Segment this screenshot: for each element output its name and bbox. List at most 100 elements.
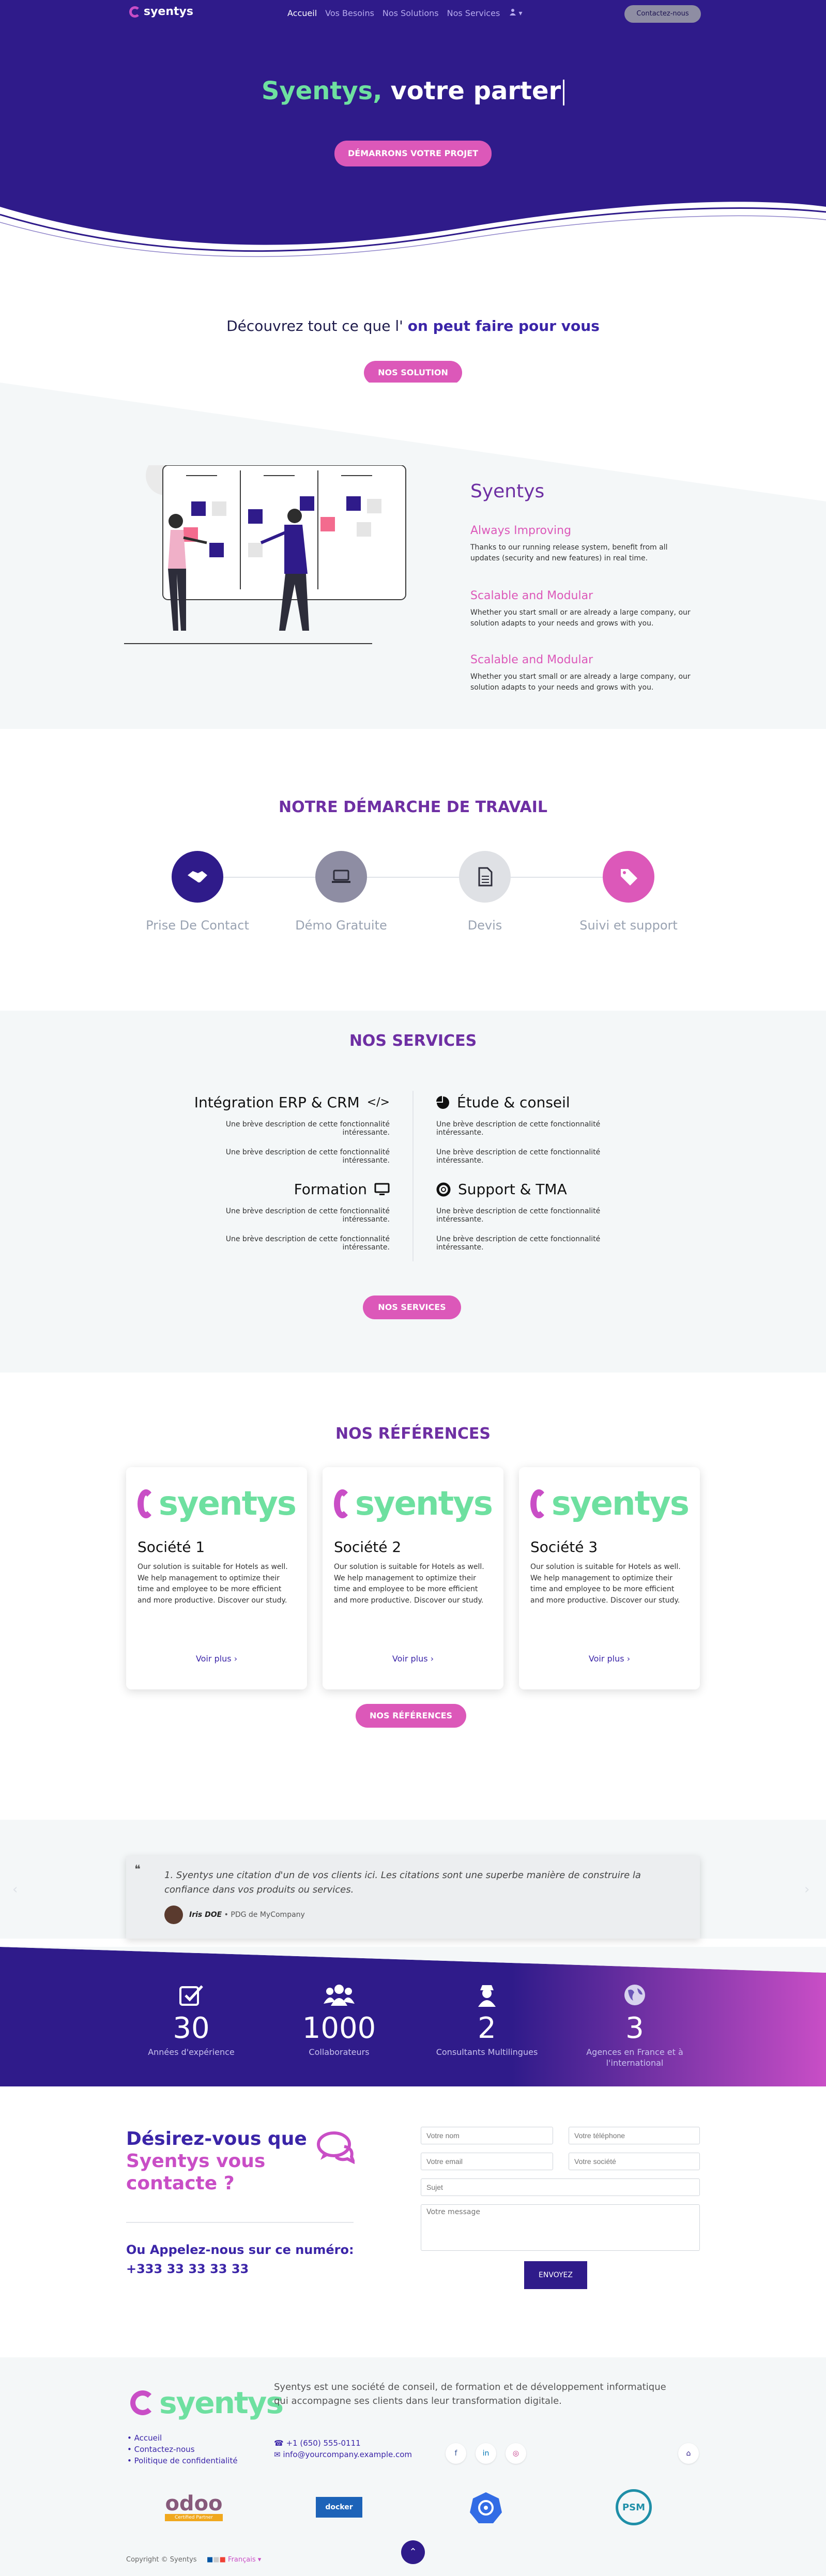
see-more-link[interactable]: Voir plus › bbox=[519, 1654, 700, 1664]
footer-link-privacy[interactable]: Politique de confidentialité bbox=[134, 2456, 238, 2465]
reference-logo: syentys bbox=[137, 1481, 297, 1527]
kubernetes-partner-logo bbox=[465, 2487, 507, 2528]
nav-link-besoins[interactable]: Vos Besoins bbox=[325, 8, 374, 18]
footer-email[interactable]: info@yourcompany.example.com bbox=[283, 2450, 412, 2459]
reference-text: Our solution is suitable for Hotels as w… bbox=[137, 1563, 288, 1605]
carousel-next-icon[interactable]: › bbox=[804, 1882, 809, 1897]
see-more-link[interactable]: Voir plus › bbox=[126, 1654, 307, 1664]
stat-item: 30 Années d'expérience bbox=[129, 1983, 253, 2058]
chevron-down-icon: ▾ bbox=[518, 9, 523, 18]
nav-link-solutions[interactable]: Nos Solutions bbox=[383, 8, 439, 18]
feature-item-title: Always Improving bbox=[470, 524, 572, 537]
syentys-logo-icon bbox=[130, 2390, 155, 2415]
hero-typed-text: votre parter bbox=[390, 77, 561, 105]
discover-title: Découvrez tout ce que l' on peut faire p… bbox=[0, 317, 826, 334]
stat-label: Consultants Multilingues bbox=[436, 2047, 538, 2057]
service-item: Étude & conseil Une brève description de… bbox=[436, 1094, 643, 1176]
references-title: NOS RÉFÉRENCES bbox=[335, 1425, 491, 1443]
user-menu[interactable]: ▾ bbox=[509, 8, 522, 18]
language-selector[interactable]: ■■■ Français ▾ bbox=[207, 2556, 261, 2564]
stat-value: 1000 bbox=[302, 2011, 376, 2045]
code-icon: </> bbox=[366, 1096, 390, 1109]
lifebuoy-icon bbox=[436, 1182, 451, 1196]
monitor-icon bbox=[374, 1183, 390, 1195]
reference-name: Société 3 bbox=[530, 1538, 598, 1556]
document-icon bbox=[459, 851, 511, 903]
message-field[interactable] bbox=[421, 2204, 700, 2251]
feature-item-title: Scalable and Modular bbox=[470, 653, 593, 666]
nav-logo[interactable]: syentys bbox=[129, 5, 193, 18]
service-text: Une brève description de cette fonctionn… bbox=[225, 1235, 390, 1252]
feature-item: Scalable and Modular Whether you start s… bbox=[470, 653, 693, 693]
stat-value: 2 bbox=[478, 2011, 496, 2045]
services-button[interactable]: NOS SERVICES bbox=[363, 1295, 461, 1319]
process-step: Démo Gratuite bbox=[279, 851, 403, 933]
service-item: Formation Une brève description de cette… bbox=[183, 1181, 390, 1263]
odoo-partner-logo: odoo Certified Partner bbox=[165, 2492, 223, 2521]
testimonial-text: 1. Syentys une citation d'un de vos clie… bbox=[164, 1870, 641, 1895]
services-divider bbox=[412, 1091, 414, 1261]
footer-link-accueil[interactable]: Accueil bbox=[134, 2433, 162, 2443]
contact-call: Ou Appelez-nous sur ce numéro: +333 33 3… bbox=[126, 2240, 354, 2279]
contact-title-line: contacte ? bbox=[126, 2173, 235, 2194]
linkedin-icon[interactable]: in bbox=[476, 2443, 496, 2464]
service-text: Une brève description de cette fonctionn… bbox=[225, 1207, 390, 1224]
start-project-button[interactable]: DÉMARRONS VOTRE PROJET bbox=[334, 141, 492, 166]
service-title: Support & TMA bbox=[458, 1181, 567, 1198]
contact-us-button[interactable]: Contactez-nous bbox=[624, 5, 701, 23]
main-nav: Accueil Vos Besoins Nos Solutions Nos Se… bbox=[287, 8, 500, 18]
facebook-icon[interactable]: f bbox=[446, 2443, 466, 2464]
process-step: Devis bbox=[423, 851, 547, 933]
chevron-right-icon: › bbox=[234, 1654, 238, 1664]
reference-logo: syentys bbox=[530, 1481, 690, 1527]
see-more-link[interactable]: Voir plus › bbox=[323, 1654, 503, 1664]
instagram-icon[interactable]: ◎ bbox=[506, 2443, 526, 2464]
user-icon bbox=[510, 9, 516, 16]
reference-logo: syentys bbox=[334, 1481, 493, 1527]
service-title: Étude & conseil bbox=[457, 1094, 570, 1111]
reference-text: Our solution is suitable for Hotels as w… bbox=[530, 1563, 681, 1605]
stat-label: Agences en France et à l'international bbox=[586, 2047, 683, 2068]
name-field[interactable] bbox=[421, 2127, 553, 2144]
globe-icon bbox=[624, 1985, 645, 2005]
stat-item: 1000 Collaborateurs bbox=[277, 1983, 401, 2058]
stat-value: 3 bbox=[625, 2011, 644, 2045]
typing-cursor bbox=[563, 80, 565, 105]
email-field[interactable] bbox=[421, 2153, 553, 2170]
references-button[interactable]: NOS RÉFÉRENCES bbox=[356, 1704, 466, 1728]
chevron-right-icon: › bbox=[626, 1654, 631, 1664]
chevron-right-icon: › bbox=[430, 1654, 434, 1664]
phone-field[interactable] bbox=[569, 2127, 700, 2144]
footer-logo-text: syentys bbox=[159, 2385, 284, 2420]
footer-phone[interactable]: +1 (650) 555-0111 bbox=[286, 2438, 360, 2448]
solutions-button[interactable]: NOS SOLUTION bbox=[364, 361, 462, 385]
language-label: Français bbox=[228, 2556, 256, 2564]
pie-chart-icon bbox=[436, 1095, 449, 1109]
scroll-to-top-button[interactable]: ⌃ bbox=[401, 2540, 425, 2564]
contact-title-line: Syentys vous bbox=[126, 2151, 266, 2172]
phone-icon: ☎ bbox=[274, 2438, 284, 2448]
submit-button[interactable]: ENVOYEZ bbox=[524, 2261, 587, 2289]
company-field[interactable] bbox=[569, 2153, 700, 2170]
contact-title-line: Désirez-vous que bbox=[126, 2128, 307, 2150]
nav-link-accueil[interactable]: Accueil bbox=[287, 8, 317, 18]
flag-fr-icon: ■■■ bbox=[207, 2556, 226, 2564]
footer-logo: syentys bbox=[130, 2385, 284, 2420]
contact-title: Désirez-vous que Syentys vous contacte ? bbox=[126, 2128, 307, 2195]
home-icon[interactable]: ⌂ bbox=[678, 2443, 699, 2464]
feature-item-text: Whether you start small or are already a… bbox=[470, 608, 691, 628]
footer-link-contact[interactable]: Contactez-nous bbox=[134, 2445, 195, 2454]
process-step-label: Devis bbox=[467, 918, 502, 933]
reference-logo-text: syentys bbox=[551, 1485, 690, 1523]
reference-logo-text: syentys bbox=[355, 1485, 493, 1523]
syentys-logo-icon bbox=[129, 6, 141, 18]
chat-bubbles-icon bbox=[317, 2131, 355, 2164]
discover-title-start: Découvrez tout ce que l' bbox=[226, 317, 403, 334]
subject-field[interactable] bbox=[421, 2178, 700, 2196]
stat-label: Collaborateurs bbox=[309, 2047, 370, 2057]
nav-logo-text: syentys bbox=[144, 5, 193, 18]
hero-brand: Syentys, bbox=[261, 77, 383, 105]
author-name: Iris DOE bbox=[189, 1911, 222, 1919]
carousel-prev-icon[interactable]: ‹ bbox=[12, 1882, 18, 1897]
nav-link-services[interactable]: Nos Services bbox=[447, 8, 500, 18]
